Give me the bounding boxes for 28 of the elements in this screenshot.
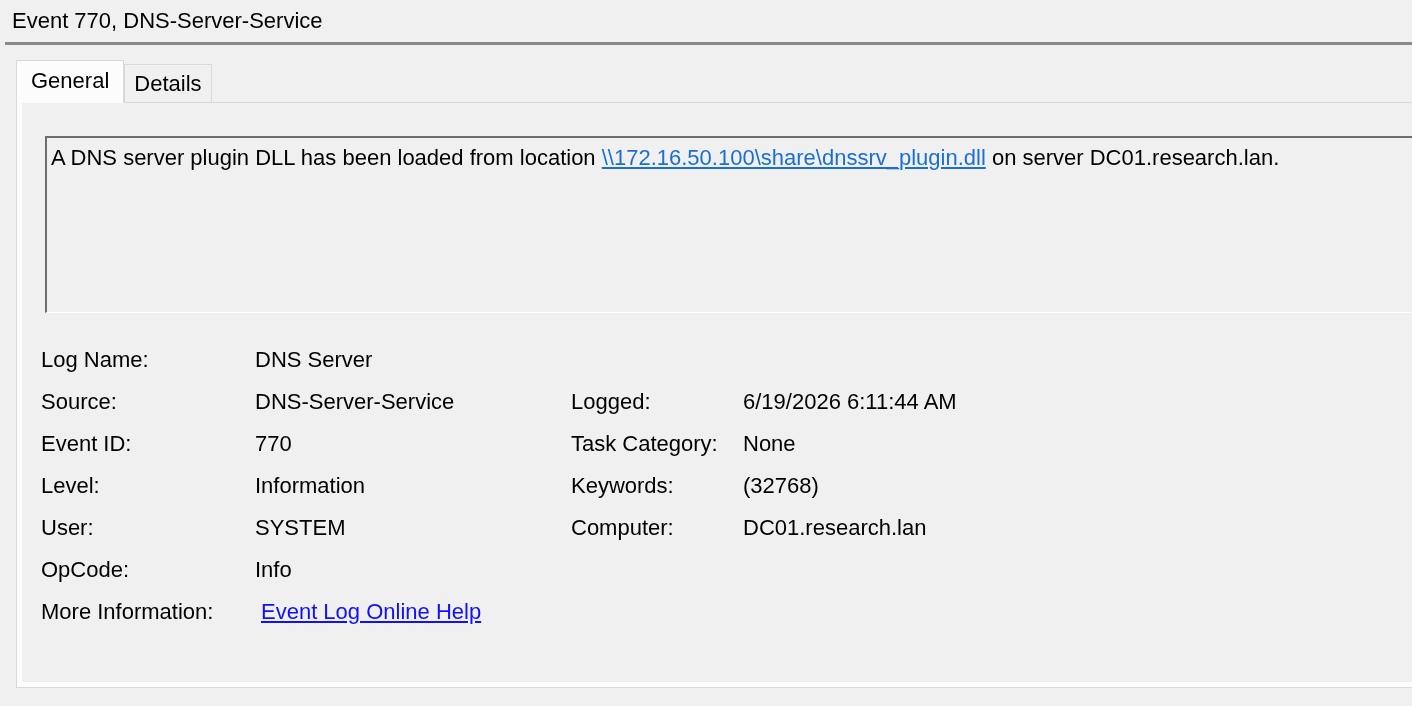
field-label: OpCode:	[41, 556, 131, 584]
description-box[interactable]: A DNS server plugin DLL has been loaded from location \\172.16.50.100\share\dnssrv_plugin.dll on server DC01.research.lan.	[45, 136, 1412, 313]
field-value: (32768)	[743, 472, 820, 500]
field-value: DC01.research.lan	[743, 514, 928, 542]
field-value: DNS Server	[255, 346, 374, 374]
field-value: Information	[255, 472, 367, 500]
field-label: Computer:	[571, 514, 675, 542]
field-label: Level:	[41, 472, 101, 500]
field-label: Keywords:	[571, 472, 675, 500]
location-link[interactable]: \\172.16.50.100\share\dnssrv_plugin.dll	[601, 145, 986, 170]
field-label: Event ID:	[41, 430, 133, 458]
field-value: DNS-Server-Service	[255, 388, 456, 416]
description-text: A DNS server plugin DLL has been loaded from location \\172.16.50.100\share\dnssrv_plugin.dll on server DC01.research.lan.	[51, 144, 1281, 172]
field-value: SYSTEM	[255, 514, 347, 542]
field-label: Logged:	[571, 388, 652, 416]
pane-title: Event 770, DNS-Server-Service	[5, 0, 1412, 45]
field-value: Info	[255, 556, 293, 584]
field-value: None	[743, 430, 797, 458]
tab[interactable]: Details	[124, 64, 212, 102]
field-label: Source:	[41, 388, 118, 416]
field-label: Log Name:	[41, 346, 150, 374]
field-label: Task Category:	[571, 430, 719, 458]
help-link[interactable]: Event Log Online Help	[261, 599, 482, 624]
tab[interactable]: General	[16, 60, 125, 103]
field-value: 6/19/2026 6:11:44 AM	[743, 388, 958, 416]
field-value: 770	[255, 430, 293, 458]
field-label: More Information:	[41, 598, 215, 626]
field-label: User:	[41, 514, 95, 542]
